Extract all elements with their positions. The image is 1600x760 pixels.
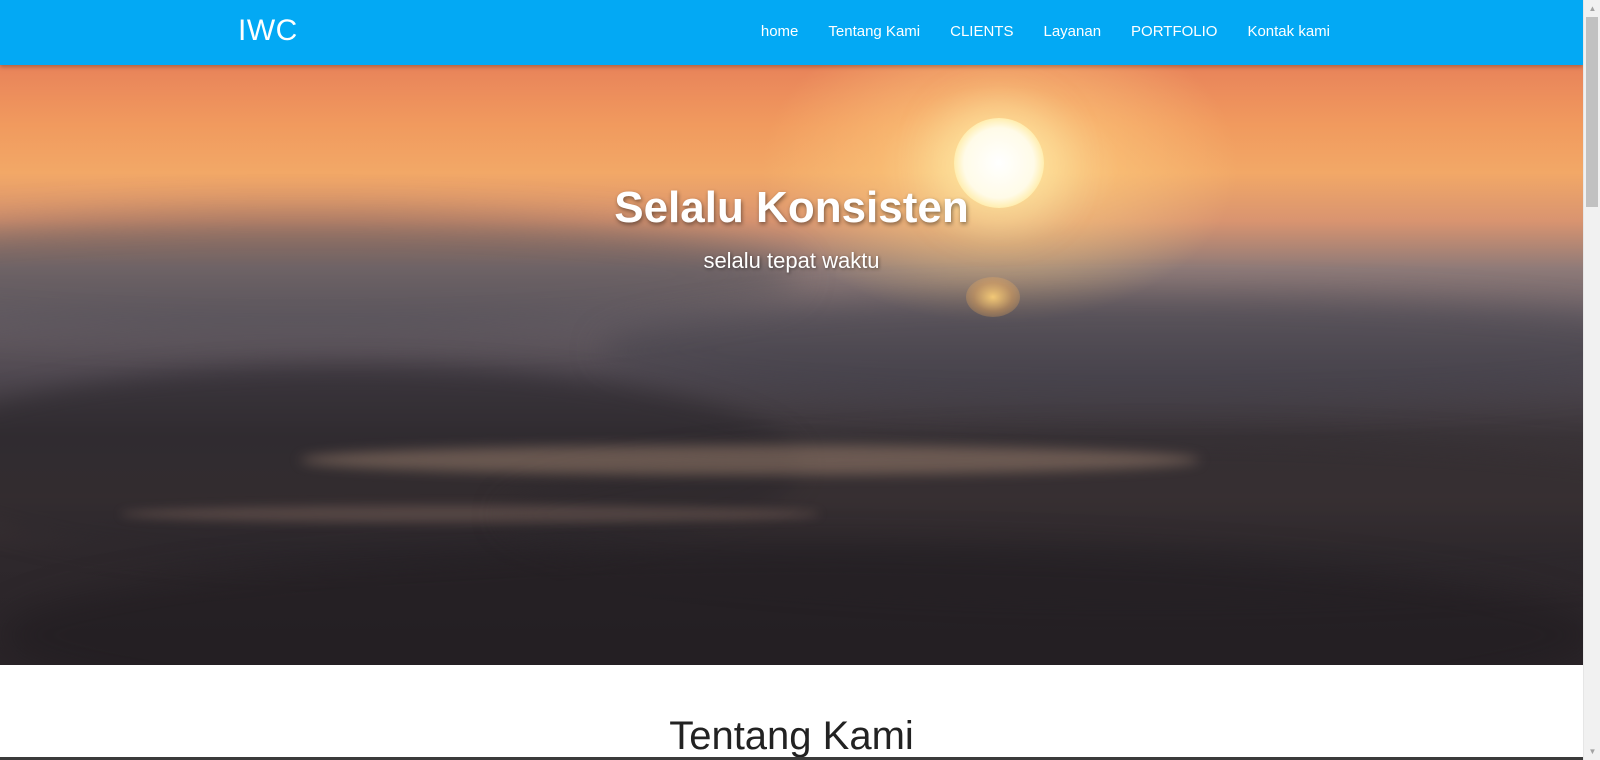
nav-item-layanan: Layanan — [1043, 23, 1101, 41]
hero-title: Selalu Konsisten — [614, 183, 969, 232]
nav-item-home: home — [761, 23, 799, 41]
vertical-scrollbar[interactable]: ▲ ▼ — [1583, 0, 1600, 760]
nav-menu: home Tentang Kami CLIENTS Layanan PORTFO… — [731, 23, 1330, 41]
hero-banner: Selalu Konsisten selalu tepat waktu — [0, 65, 1583, 665]
wave-highlight — [120, 505, 820, 523]
nav-link-portfolio[interactable]: PORTFOLIO — [1131, 23, 1217, 40]
about-section-heading: Tentang Kami — [669, 714, 914, 758]
nav-link-layanan[interactable]: Layanan — [1043, 23, 1101, 40]
hero-subtitle: selalu tepat waktu — [703, 248, 880, 273]
nav-link-clients[interactable]: CLIENTS — [950, 23, 1013, 40]
top-navbar: IWC home Tentang Kami CLIENTS Layanan PO… — [0, 0, 1583, 65]
sun-reflection — [966, 277, 1020, 317]
page: IWC home Tentang Kami CLIENTS Layanan PO… — [0, 0, 1600, 760]
ocean-wave — [0, 215, 800, 335]
brand-logo[interactable]: IWC — [238, 14, 298, 48]
nav-item-portfolio: PORTFOLIO — [1131, 23, 1217, 41]
scrollbar-thumb[interactable] — [1586, 17, 1598, 207]
nav-item-tentang-kami: Tentang Kami — [828, 23, 920, 41]
nav-link-home[interactable]: home — [761, 23, 799, 40]
nav-link-tentang-kami[interactable]: Tentang Kami — [828, 23, 920, 40]
nav-link-kontak-kami[interactable]: Kontak kami — [1247, 23, 1330, 40]
scroll-up-arrow-icon[interactable]: ▲ — [1584, 0, 1600, 17]
nav-item-kontak-kami: Kontak kami — [1247, 23, 1330, 41]
wave-highlight — [300, 445, 1200, 475]
scroll-down-arrow-icon[interactable]: ▼ — [1584, 743, 1600, 760]
page-content: IWC home Tentang Kami CLIENTS Layanan PO… — [0, 0, 1583, 760]
nav-item-clients: CLIENTS — [950, 23, 1013, 41]
ocean-wave — [600, 295, 1583, 405]
